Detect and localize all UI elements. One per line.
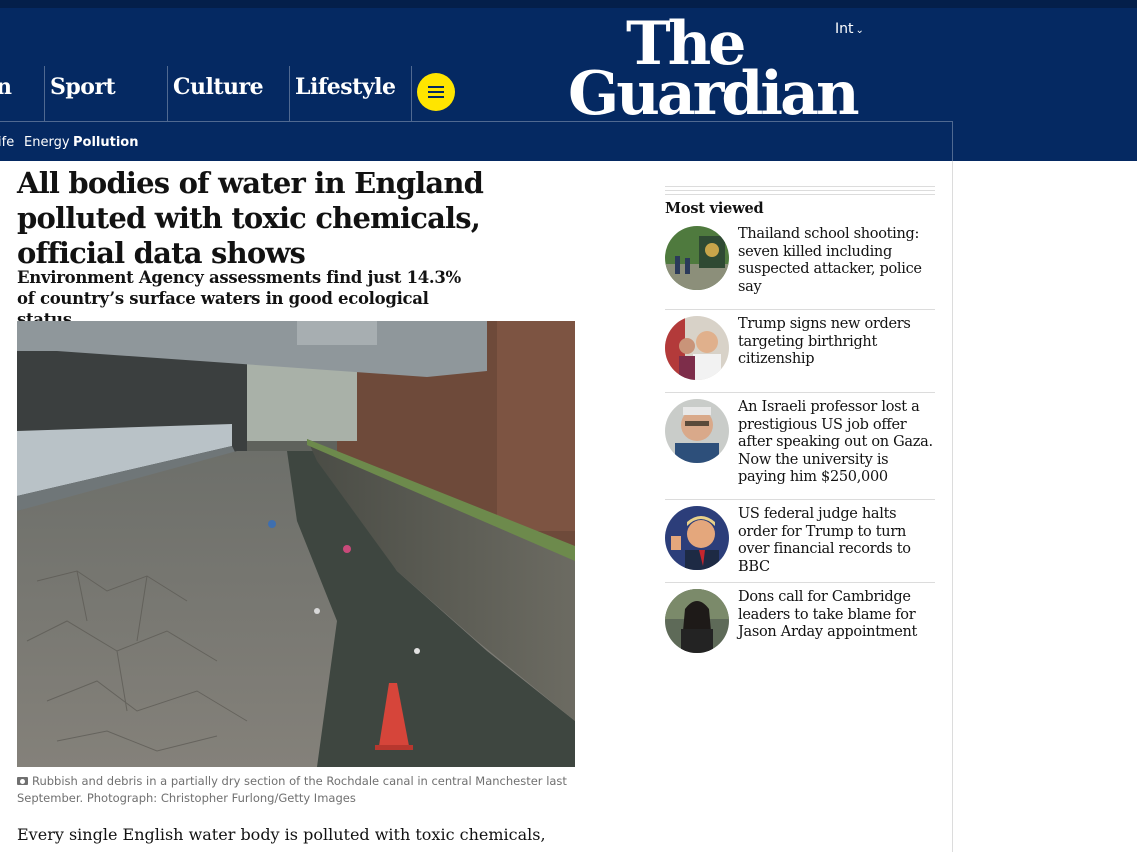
thumbnail-birthright (665, 316, 729, 380)
most-viewed-headline: Thailand school shooting: seven killed i… (738, 226, 922, 295)
subnav: ife Energy Pollution (0, 121, 953, 161)
most-viewed: Most viewed Thailand school shooting: se… (665, 186, 935, 653)
pillar-divider (411, 66, 412, 122)
menu-icon-bar (428, 91, 444, 93)
subnav-item-pollution[interactable]: Pollution (73, 135, 138, 150)
pillar-sport[interactable]: Sport (44, 66, 167, 122)
subnav-item-energy[interactable]: Energy (24, 135, 70, 150)
most-viewed-item[interactable]: An Israeli professor lost a prestigious … (665, 399, 935, 485)
most-viewed-headline: Dons call for Cambridge leaders to take … (738, 589, 918, 641)
thumbnail-professor (665, 399, 729, 463)
divider (665, 309, 935, 310)
right-column-border (952, 161, 953, 852)
divider (665, 582, 935, 583)
most-viewed-item[interactable]: Trump signs new orders targeting birthri… (665, 316, 935, 386)
thumbnail-thailand (665, 226, 729, 290)
most-viewed-item[interactable]: Thailand school shooting: seven killed i… (665, 226, 935, 296)
edition-label: Int (835, 21, 854, 37)
most-viewed-title: Most viewed (665, 200, 764, 217)
most-viewed-headline: US federal judge halts order for Trump t… (738, 506, 911, 575)
article-headline: All bodies of water in England polluted … (17, 166, 484, 270)
most-viewed-item[interactable]: Dons call for Cambridge leaders to take … (665, 589, 935, 659)
divider (665, 499, 935, 500)
divider (665, 392, 935, 393)
thumbnail-cambridge (665, 589, 729, 653)
pillar-partial[interactable]: n (0, 66, 44, 122)
pillar-lifestyle[interactable]: Lifestyle (289, 66, 411, 122)
logo-line-2: Guardian (568, 59, 860, 129)
site-header: Int ⌄ The Guardian n Sport Culture Lifest… (0, 0, 1137, 161)
pillar-culture[interactable]: Culture (167, 66, 289, 122)
camera-icon (17, 777, 28, 785)
most-viewed-headline: Trump signs new orders targeting birthri… (738, 316, 911, 368)
article-body-first-line: Every single English water body is pollu… (17, 825, 546, 852)
image-caption: Rubbish and debris in a partially dry se… (17, 773, 577, 807)
most-viewed-headline: An Israeli professor lost a prestigious … (738, 399, 933, 486)
caption-text: Rubbish and debris in a partially dry se… (17, 774, 567, 805)
header-top-strip (0, 0, 1137, 8)
most-viewed-item[interactable]: US federal judge halts order for Trump t… (665, 506, 935, 576)
menu-button[interactable] (417, 73, 455, 111)
main-image[interactable] (17, 321, 575, 767)
edition-selector[interactable]: Int ⌄ (835, 21, 864, 37)
canal-photo (17, 321, 575, 767)
most-viewed-rules (665, 186, 935, 196)
thumbnail-trump (665, 506, 729, 570)
menu-icon-bar (428, 96, 444, 98)
subnav-item-partial[interactable]: ife (0, 135, 14, 150)
menu-icon-bar (428, 86, 444, 88)
chevron-down-icon: ⌄ (855, 25, 864, 36)
